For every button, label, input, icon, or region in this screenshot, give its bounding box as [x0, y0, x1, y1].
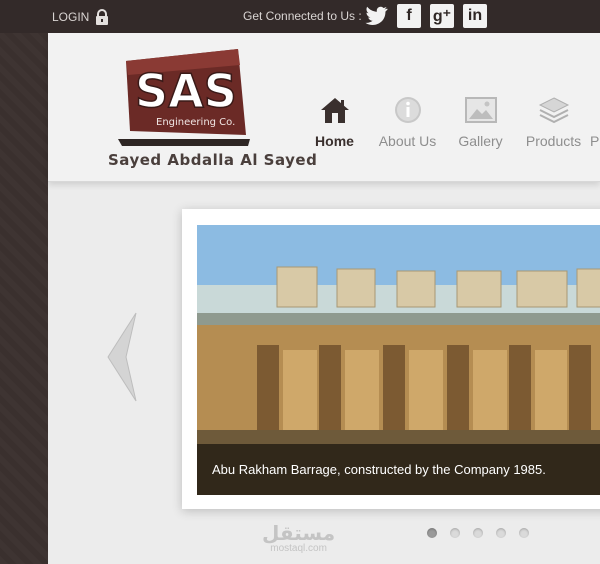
layers-icon [538, 97, 569, 124]
nav-label: Home [315, 133, 354, 149]
nav-item-more[interactable]: P [590, 93, 600, 149]
watermark-latin: mostaql.com [270, 543, 327, 554]
google-plus-icon[interactable]: g⁺ [430, 4, 454, 28]
info-icon [394, 97, 421, 123]
watermark: مستقل mostaql.com [262, 521, 335, 554]
nav-item-gallery[interactable]: Gallery [444, 93, 517, 149]
slider-dot[interactable] [450, 528, 460, 538]
company-tagline: Sayed Abdalla Al Sayed [108, 151, 318, 169]
slide-caption: Abu Rakham Barrage, constructed by the C… [197, 444, 600, 495]
slider-prev-arrow[interactable] [104, 311, 140, 403]
login-link[interactable]: LOGIN [52, 9, 109, 25]
watermark-arabic: مستقل [262, 521, 336, 545]
house-icon [320, 98, 349, 123]
side-pattern-strip [0, 33, 48, 564]
image-slider: Abu Rakham Barrage, constructed by the C… [182, 209, 600, 509]
lock-icon [96, 9, 109, 25]
top-bar: LOGIN Get Connected to Us : f g⁺ in [0, 0, 600, 33]
social-connect-label: Get Connected to Us : [243, 9, 362, 23]
slider-dot[interactable] [496, 528, 506, 538]
slide-image[interactable]: Abu Rakham Barrage, constructed by the C… [197, 225, 600, 495]
logo-subtext: Engineering Co. [156, 117, 235, 128]
nav-item-products[interactable]: Products [517, 93, 590, 149]
login-label: LOGIN [52, 10, 90, 24]
nav-item-home[interactable]: Home [298, 93, 371, 149]
nav-label: P [590, 133, 600, 149]
social-links: f g⁺ in [364, 4, 487, 28]
nav-label: Gallery [458, 133, 503, 149]
image-icon [464, 97, 497, 123]
main-content: SAS Engineering Co. Sayed Abdalla Al Say… [48, 33, 600, 564]
slider-dots [427, 528, 529, 538]
logo-text: SAS [135, 64, 237, 118]
slider-dot[interactable] [519, 528, 529, 538]
nav-item-about-us[interactable]: About Us [371, 93, 444, 149]
nav-label: About Us [378, 133, 437, 149]
nav-label: Products [525, 133, 582, 149]
linkedin-icon[interactable]: in [463, 4, 487, 28]
slider-dot[interactable] [427, 528, 437, 538]
facebook-icon[interactable]: f [397, 4, 421, 28]
slider-dot[interactable] [473, 528, 483, 538]
main-nav: Home About Us Gallery Products P [298, 93, 600, 149]
twitter-icon[interactable] [364, 4, 388, 28]
company-logo[interactable]: SAS Engineering Co. [108, 43, 258, 163]
site-header: SAS Engineering Co. Sayed Abdalla Al Say… [48, 33, 600, 182]
